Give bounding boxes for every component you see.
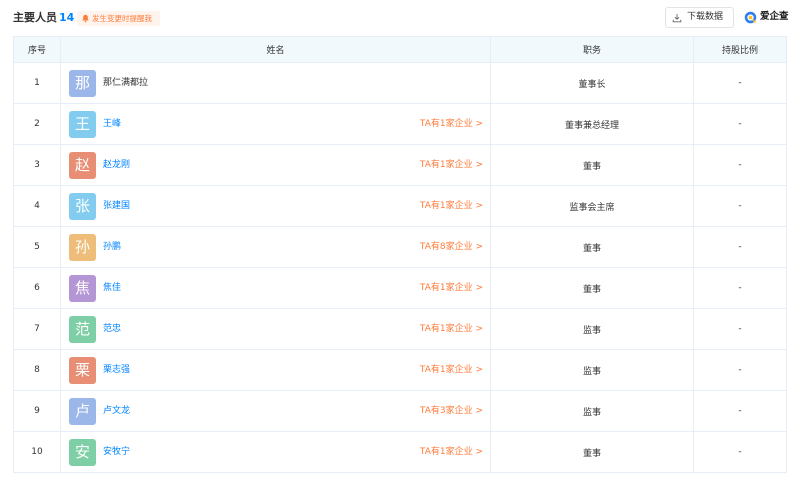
change-remind-label: 发生变更时提醒我 [92,14,152,23]
table-row: 7 范范忠 TA有1家企业 > 监事 - [13,308,787,350]
person-position: 监事 [490,390,694,432]
person-position: 监事 [490,349,694,391]
person-cell: 栗栗志强 TA有1家企业 > [60,349,491,391]
row-index: 1 [13,62,61,104]
section-header: 主要人员 14 发生变更时提醒我 下载数据 爱企查 [0,0,800,36]
row-index: 5 [13,226,61,268]
related-enterprises-link[interactable]: TA有1家企业 > [420,322,483,336]
person-position: 监事会主席 [490,185,694,227]
share-ratio: - [693,226,787,268]
row-index: 2 [13,103,61,145]
related-enterprises-link[interactable]: TA有8家企业 > [420,240,483,254]
share-ratio: - [693,62,787,104]
row-index: 10 [13,431,61,473]
member-count: 14 [59,11,75,24]
brand-name: 爱企查 [760,11,789,22]
table-row: 8 栗栗志强 TA有1家企业 > 监事 - [13,349,787,391]
person-position: 董事 [490,226,694,268]
person-name-link[interactable]: 卢文龙 [103,404,130,418]
person-position: 董事 [490,267,694,309]
person-name-link[interactable]: 赵龙刚 [103,158,130,172]
table-row: 2 王王峰 TA有1家企业 > 董事兼总经理 - [13,103,787,145]
person-name-link[interactable]: 焦佳 [103,281,121,295]
section-title: 主要人员 [13,11,57,24]
share-ratio: - [693,267,787,309]
related-enterprises-link[interactable]: TA有1家企业 > [420,117,483,131]
column-header-share: 持股比例 [693,36,787,63]
avatar: 张 [69,193,96,220]
members-table: 序号 姓名 职务 持股比例 1 那那仁满都拉 董事长 -2 王王峰 TA有1家企业 > 董事… [13,36,787,473]
person-position: 董事兼总经理 [490,103,694,145]
row-index: 9 [13,390,61,432]
person-name-link[interactable]: 张建国 [103,199,130,213]
bell-icon [82,14,89,23]
aiqicha-logo-icon [744,11,757,24]
share-ratio: - [693,308,787,350]
avatar: 卢 [69,398,96,425]
row-index: 4 [13,185,61,227]
share-ratio: - [693,431,787,473]
download-data-label: 下载数据 [687,12,724,22]
table-row: 9 卢卢文龙 TA有3家企业 > 监事 - [13,390,787,432]
person-position: 监事 [490,308,694,350]
table-row: 6 焦焦佳 TA有1家企业 > 董事 - [13,267,787,309]
row-index: 8 [13,349,61,391]
related-enterprises-link[interactable]: TA有1家企业 > [420,199,483,213]
person-name-link[interactable]: 栗志强 [103,363,130,377]
share-ratio: - [693,390,787,432]
person-position: 董事长 [490,62,694,104]
table-row: 3 赵赵龙刚 TA有1家企业 > 董事 - [13,144,787,186]
person-cell: 赵赵龙刚 TA有1家企业 > [60,144,491,186]
person-name-link[interactable]: 孙鹏 [103,240,121,254]
person-name-link: 那仁满都拉 [103,78,149,88]
row-index: 3 [13,144,61,186]
avatar: 范 [69,316,96,343]
avatar: 安 [69,439,96,466]
share-ratio: - [693,185,787,227]
share-ratio: - [693,103,787,145]
person-cell: 张张建国 TA有1家企业 > [60,185,491,227]
change-remind-button[interactable]: 发生变更时提醒我 [77,11,160,26]
table-row: 1 那那仁满都拉 董事长 - [13,62,787,104]
avatar: 那 [69,70,96,97]
avatar: 王 [69,111,96,138]
person-cell: 焦焦佳 TA有1家企业 > [60,267,491,309]
share-ratio: - [693,144,787,186]
avatar: 栗 [69,357,96,384]
brand-logo: 爱企查 [744,9,789,25]
avatar: 焦 [69,275,96,302]
row-index: 7 [13,308,61,350]
table-row: 5 孙孙鹏 TA有8家企业 > 董事 - [13,226,787,268]
share-ratio: - [693,349,787,391]
related-enterprises-link[interactable]: TA有1家企业 > [420,363,483,377]
person-cell: 孙孙鹏 TA有8家企业 > [60,226,491,268]
person-cell: 范范忠 TA有1家企业 > [60,308,491,350]
related-enterprises-link[interactable]: TA有1家企业 > [420,158,483,172]
table-row: 4 张张建国 TA有1家企业 > 监事会主席 - [13,185,787,227]
table-header-row: 序号 姓名 职务 持股比例 [13,36,787,63]
person-cell: 安安牧宁 TA有1家企业 > [60,431,491,473]
related-enterprises-link[interactable]: TA有1家企业 > [420,281,483,295]
person-name-link[interactable]: 安牧宁 [103,445,130,459]
avatar: 孙 [69,234,96,261]
table-body: 1 那那仁满都拉 董事长 -2 王王峰 TA有1家企业 > 董事兼总经理 -3 赵赵龙刚 TA有1… [13,62,787,473]
related-enterprises-link[interactable]: TA有3家企业 > [420,404,483,418]
person-position: 董事 [490,431,694,473]
column-header-position: 职务 [490,36,694,63]
person-name-link[interactable]: 范忠 [103,322,121,336]
column-header-index: 序号 [13,36,61,63]
person-position: 董事 [490,144,694,186]
table-row: 10 安安牧宁 TA有1家企业 > 董事 - [13,431,787,473]
related-enterprises-link[interactable]: TA有1家企业 > [420,445,483,459]
person-cell: 卢卢文龙 TA有3家企业 > [60,390,491,432]
download-icon [672,14,682,23]
column-header-name: 姓名 [60,36,491,63]
person-cell: 那那仁满都拉 [60,62,491,104]
person-cell: 王王峰 TA有1家企业 > [60,103,491,145]
download-data-button[interactable]: 下载数据 [665,7,734,28]
person-name-link[interactable]: 王峰 [103,117,121,131]
row-index: 6 [13,267,61,309]
avatar: 赵 [69,152,96,179]
